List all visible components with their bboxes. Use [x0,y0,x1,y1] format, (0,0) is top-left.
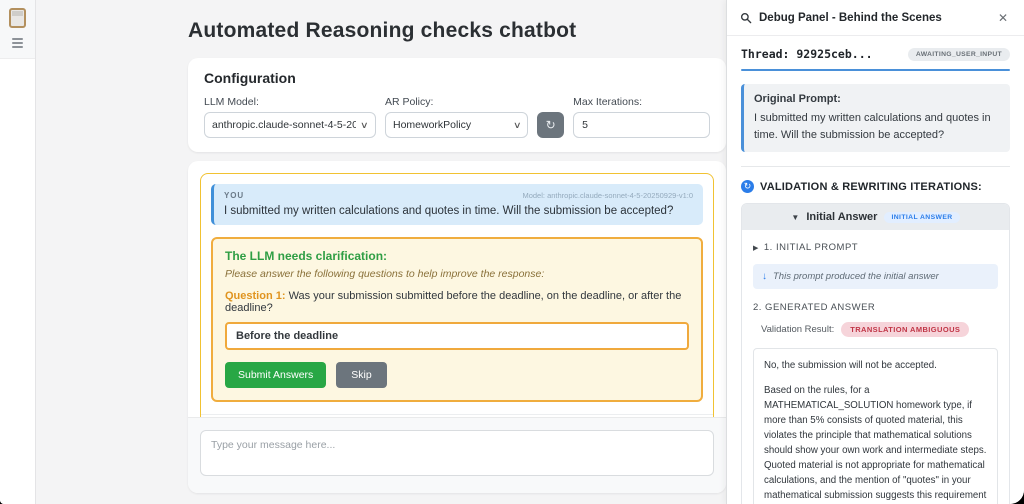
content-column: Automated Reasoning checks chatbot Confi… [188,0,726,504]
debug-panel: Debug Panel - Behind the Scenes ✕ Thread… [726,0,1024,504]
status-badge: AWAITING_USER_INPUT [908,48,1010,61]
collapse-icon: ▼ [791,213,799,222]
generated-answer-paragraph: No, the submission will not be accepted. [764,358,987,373]
chat-message-input[interactable] [200,430,714,476]
generated-answer-paragraph: Based on the rules, for a MATHEMATICAL_S… [764,383,987,504]
thread-underline [741,69,1010,71]
question-label: Question 1: [225,290,286,302]
max-iterations-label: Max Iterations: [573,96,710,108]
chat-input-bar [188,417,726,493]
iterations-header: ↻ VALIDATION & REWRITING ITERATIONS: [741,180,1010,193]
refresh-policy-button[interactable]: ↻ [537,112,564,138]
iteration-card-body: ▶ 1. INITIAL PROMPT ↓ This prompt produc… [742,230,1009,504]
original-prompt-label: Original Prompt: [754,93,1000,105]
section-generated-answer-label: 2. GENERATED ANSWER [753,302,875,313]
arrow-down-icon: ↓ [762,271,767,282]
user-message-text: I submitted my written calculations and … [224,205,693,217]
user-message-header: YOU Model: anthropic.claude-sonnet-4-5-2… [224,191,693,200]
original-prompt-text: I submitted my written calculations and … [754,110,1000,143]
expand-icon: ▶ [753,244,759,252]
clarification-actions: Submit Answers Skip [225,362,689,388]
llm-model-field: LLM Model: anthropic.claude-sonnet-4-5-2… [204,96,376,138]
prompt-note: ↓ This prompt produced the initial answe… [753,264,998,289]
app-window: Automated Reasoning checks chatbot Confi… [0,0,1024,504]
sidebar-top [0,0,35,59]
iteration-badge: INITIAL ANSWER [884,212,959,223]
message-list: YOU Model: anthropic.claude-sonnet-4-5-2… [188,161,726,417]
max-iterations-input[interactable] [573,112,710,138]
iterations-title: VALIDATION & REWRITING ITERATIONS: [760,181,982,193]
menu-icon[interactable] [12,38,23,48]
configuration-panel: Configuration LLM Model: anthropic.claud… [188,58,726,152]
validation-result-label: Validation Result: [761,324,834,335]
conversation-turn: YOU Model: anthropic.claude-sonnet-4-5-2… [200,173,714,417]
section-initial-prompt-label: 1. INITIAL PROMPT [764,242,858,253]
clarification-title: The LLM needs clarification: [225,249,689,263]
section-generated-answer: 2. GENERATED ANSWER [753,302,998,313]
clarification-box: The LLM needs clarification: Please answ… [211,237,703,402]
validation-result-badge: TRANSLATION AMBIGUOUS [841,322,969,337]
validation-result-row: Validation Result: TRANSLATION AMBIGUOUS [753,322,998,337]
skip-button[interactable]: Skip [336,362,386,388]
thread-row: Thread: 92925ceb... AWAITING_USER_INPUT [741,47,1010,61]
debug-panel-title: Debug Panel - Behind the Scenes [759,12,988,24]
question-text: Was your submission submitted before the… [225,290,681,314]
iteration-card-header[interactable]: ▼ Initial Answer INITIAL ANSWER [742,204,1009,230]
sender-label: YOU [224,191,244,200]
thread-label: Thread: 92925ceb... [741,47,873,61]
iteration-label: Initial Answer [806,211,877,223]
page-title: Automated Reasoning checks chatbot [188,19,726,43]
llm-model-select[interactable]: anthropic.claude-sonnet-4-5-20250929-v1:… [204,112,376,138]
clarification-answer-input[interactable] [225,322,689,350]
ar-policy-value: HomeworkPolicy [393,119,509,131]
close-icon[interactable]: ✕ [995,9,1011,27]
debug-panel-body: Thread: 92925ceb... AWAITING_USER_INPUT … [727,36,1024,504]
divider [741,166,1010,167]
refresh-icon: ↻ [546,118,556,132]
prompt-note-text: This prompt produced the initial answer [773,271,939,282]
original-prompt-box: Original Prompt: I submitted my written … [741,84,1010,152]
ar-policy-field: AR Policy: HomeworkPolicy ∨ [385,96,528,138]
model-tag: Model: anthropic.claude-sonnet-4-5-20250… [522,191,693,200]
section-initial-prompt[interactable]: ▶ 1. INITIAL PROMPT [753,242,998,253]
clarification-subtitle: Please answer the following questions to… [225,268,689,280]
clarification-question: Question 1: Was your submission submitte… [225,290,689,314]
main-area: Automated Reasoning checks chatbot Confi… [36,0,726,504]
configuration-title: Configuration [204,70,710,86]
max-iterations-field: Max Iterations: [573,96,710,138]
sidebar [0,0,36,504]
iteration-card: ▼ Initial Answer INITIAL ANSWER ▶ 1. INI… [741,203,1010,504]
chat-panel: YOU Model: anthropic.claude-sonnet-4-5-2… [188,161,726,493]
llm-model-value: anthropic.claude-sonnet-4-5-20250929-v1:… [212,119,356,131]
user-message: YOU Model: anthropic.claude-sonnet-4-5-2… [211,184,703,225]
configuration-fields: LLM Model: anthropic.claude-sonnet-4-5-2… [204,96,710,138]
submit-answers-button[interactable]: Submit Answers [225,362,326,388]
ar-policy-label: AR Policy: [385,96,528,108]
chevron-down-icon: ∨ [360,120,369,131]
magnifier-icon [740,12,752,24]
llm-model-label: LLM Model: [204,96,376,108]
chevron-down-icon: ∨ [513,120,522,131]
ar-policy-select[interactable]: HomeworkPolicy ∨ [385,112,528,138]
debug-panel-header: Debug Panel - Behind the Scenes ✕ [727,0,1024,36]
notebook-icon[interactable] [9,8,26,28]
generated-answer-box: No, the submission will not be accepted.… [753,348,998,504]
sync-icon: ↻ [741,180,754,193]
